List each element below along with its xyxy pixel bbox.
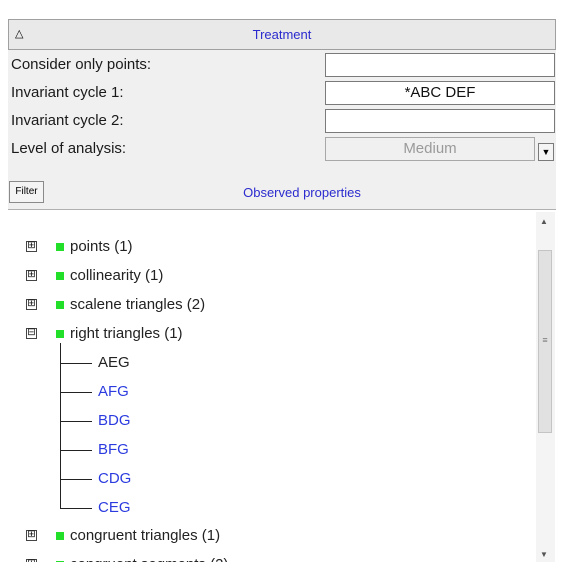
scrollbar-thumb[interactable]: ≡ bbox=[538, 250, 552, 433]
invariant-cycle-1-label: Invariant cycle 1: bbox=[11, 84, 124, 101]
tree-branch-line bbox=[60, 479, 92, 480]
invariant-cycle-1-input[interactable]: *ABC DEF bbox=[325, 81, 555, 105]
dropdown-arrow-icon[interactable]: ▼ bbox=[538, 143, 554, 161]
invariant-cycle-2-row: Invariant cycle 2: bbox=[8, 107, 556, 135]
properties-tree[interactable]: ⊞ points (1) ⊞ collinearity (1) ⊞ scalene tri… bbox=[8, 209, 556, 562]
scroll-up-arrow-icon[interactable]: ▲ bbox=[540, 217, 548, 226]
tree-node-label[interactable]: scalene triangles (2) bbox=[70, 296, 205, 313]
tree-node-label[interactable]: collinearity (1) bbox=[70, 267, 163, 284]
expand-node-icon[interactable]: ⊞ bbox=[26, 241, 37, 252]
consider-points-row: Consider only points: bbox=[8, 51, 556, 79]
invariant-cycle-2-label: Invariant cycle 2: bbox=[11, 112, 124, 129]
consider-points-input[interactable] bbox=[325, 53, 555, 77]
treatment-panel: △ Treatment Consider only points: Invari… bbox=[8, 19, 556, 562]
treatment-header[interactable]: △ Treatment bbox=[8, 19, 556, 50]
tree-leaf-item[interactable]: AEG bbox=[98, 354, 130, 371]
tree-node-label[interactable]: congruent triangles (1) bbox=[70, 527, 220, 544]
tree-connector-line bbox=[60, 343, 61, 508]
invariant-cycle-2-input[interactable] bbox=[325, 109, 555, 133]
level-of-analysis-row: Level of analysis: Medium ▼ bbox=[8, 135, 556, 163]
tree-leaf-item[interactable]: CEG bbox=[98, 499, 131, 516]
tree-leaf-item[interactable]: BDG bbox=[98, 412, 131, 429]
scroll-down-arrow-icon[interactable]: ▼ bbox=[540, 550, 548, 559]
grip-icon: ≡ bbox=[542, 335, 548, 345]
tree-node-label[interactable]: congruent segments (2) bbox=[70, 556, 228, 562]
tree-branch-line bbox=[60, 363, 92, 364]
tree-leaf-item[interactable]: AFG bbox=[98, 383, 129, 400]
filter-bar: Filter Observed properties bbox=[8, 178, 556, 207]
status-green-square-icon bbox=[56, 330, 64, 338]
status-green-square-icon bbox=[56, 301, 64, 309]
tree-branch-line bbox=[60, 421, 92, 422]
level-of-analysis-select[interactable]: Medium bbox=[325, 137, 535, 161]
level-of-analysis-label: Level of analysis: bbox=[11, 140, 127, 157]
collapse-node-icon[interactable]: ⊟ bbox=[26, 328, 37, 339]
expand-node-icon[interactable]: ⊞ bbox=[26, 299, 37, 310]
treatment-title: Treatment bbox=[252, 27, 312, 42]
expand-node-icon[interactable]: ⊞ bbox=[26, 270, 37, 281]
tree-node-label[interactable]: right triangles (1) bbox=[70, 325, 183, 342]
tree-leaf-item[interactable]: BFG bbox=[98, 441, 129, 458]
tree-branch-line bbox=[60, 392, 92, 393]
status-green-square-icon bbox=[56, 272, 64, 280]
tree-branch-line bbox=[60, 508, 92, 509]
tree-node-label[interactable]: points (1) bbox=[70, 238, 133, 255]
status-green-square-icon bbox=[56, 243, 64, 251]
observed-properties-title: Observed properties bbox=[243, 185, 361, 200]
expand-node-icon[interactable]: ⊞ bbox=[26, 530, 37, 541]
tree-scrollbar[interactable]: ▲ ≡ ▼ bbox=[536, 212, 555, 562]
invariant-cycle-1-row: Invariant cycle 1: *ABC DEF bbox=[8, 79, 556, 107]
tree-branch-line bbox=[60, 450, 92, 451]
status-green-square-icon bbox=[56, 532, 64, 540]
consider-points-label: Consider only points: bbox=[11, 56, 152, 73]
tree-leaf-item[interactable]: CDG bbox=[98, 470, 131, 487]
